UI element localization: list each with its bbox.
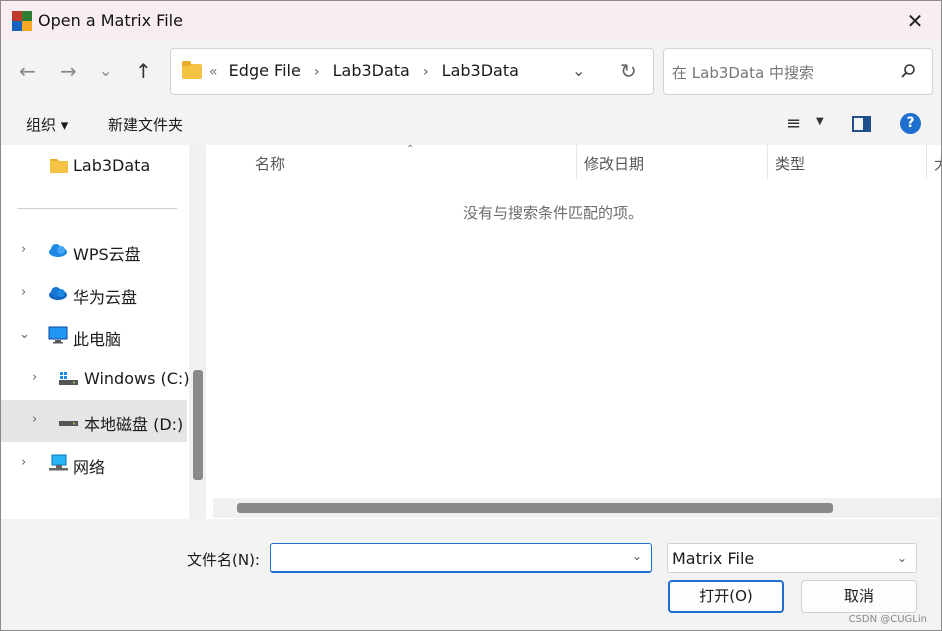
chevron-right-icon[interactable]: ›	[21, 242, 26, 257]
chevron-right-icon[interactable]: ›	[21, 455, 26, 470]
breadcrumb-overflow[interactable]: «	[209, 64, 218, 80]
windows-drive-icon	[59, 372, 78, 385]
computer-icon	[48, 326, 68, 344]
breadcrumb-lab3data-current[interactable]: Lab3Data	[442, 61, 519, 80]
watermark: CSDN @CUGLin	[848, 614, 927, 625]
sidebar-item-windows-c[interactable]: › Windows (C:)	[1, 358, 190, 400]
scrollbar-thumb[interactable]	[237, 503, 833, 513]
chevron-right-icon[interactable]: ›	[423, 64, 429, 80]
column-divider[interactable]	[926, 145, 927, 179]
search-box[interactable]: 在 Lab3Data 中搜索	[663, 48, 933, 95]
file-list: ⌃ 名称 修改日期 类型 大 没有与搜索条件匹配的项。	[213, 144, 941, 519]
chevron-down-icon[interactable]: ⌄	[632, 549, 642, 563]
scrollbar-thumb[interactable]	[193, 370, 203, 480]
open-button[interactable]: 打开(O)	[668, 580, 784, 613]
huawei-cloud-icon	[49, 287, 67, 300]
refresh-icon[interactable]: ↻	[620, 59, 637, 83]
navigation-bar: ← → ⌄ ↑ « Edge File › Lab3Data › Lab3Dat…	[1, 41, 941, 103]
file-type-value: Matrix File	[672, 549, 755, 568]
back-icon[interactable]: ←	[19, 60, 36, 82]
sidebar-item-label: 此电脑	[73, 330, 122, 349]
chevron-down-icon[interactable]: ⌄	[897, 551, 907, 565]
sidebar-item-label: 华为云盘	[73, 288, 138, 307]
column-divider[interactable]	[767, 145, 768, 179]
chevron-down-icon[interactable]: ⌄	[19, 327, 30, 342]
sidebar-item-local-disk-d[interactable]: › 本地磁盘 (D:)	[1, 400, 187, 442]
file-list-scrollbar[interactable]	[213, 498, 941, 518]
breadcrumb-lab3data[interactable]: Lab3Data	[333, 61, 410, 80]
cancel-button[interactable]: 取消	[801, 580, 917, 613]
window-title: Open a Matrix File	[38, 11, 183, 30]
chevron-down-icon[interactable]: ⌄	[572, 61, 585, 80]
help-icon[interactable]: ?	[900, 113, 921, 134]
open-file-dialog: Open a Matrix File ✕ ← → ⌄ ↑ « Edge File…	[0, 0, 942, 631]
breadcrumb-edge-file[interactable]: Edge File	[229, 61, 301, 80]
column-header-name[interactable]: 名称	[255, 153, 285, 174]
empty-folder-message: 没有与搜索条件匹配的项。	[462, 204, 643, 222]
organize-menu[interactable]: 组织 ▾	[26, 114, 68, 135]
sidebar-item-label: 本地磁盘 (D:)	[84, 415, 184, 434]
sidebar-item-label: Windows (C:)	[84, 369, 190, 388]
filename-input[interactable]	[270, 543, 652, 573]
address-bar[interactable]: « Edge File › Lab3Data › Lab3Data ⌄ ↻	[170, 48, 654, 95]
dialog-footer: 文件名(N): ⌄ Matrix File ⌄ 打开(O) 取消 CSDN @C…	[1, 519, 941, 630]
sidebar-item-label: 网络	[73, 458, 106, 477]
chevron-right-icon[interactable]: ›	[314, 64, 320, 80]
sidebar-item-label: WPS云盘	[73, 245, 141, 264]
column-divider[interactable]	[576, 145, 577, 179]
column-header-size[interactable]: 大	[934, 153, 941, 174]
search-icon[interactable]	[900, 63, 916, 79]
filename-label: 文件名(N):	[187, 551, 260, 569]
navigation-pane: Lab3Data › WPS云盘 › 华为云盘 ⌄ 此电脑 › Windows …	[1, 145, 206, 519]
command-bar: 组织 ▾ 新建文件夹 ≡ ▼ ?	[1, 103, 941, 145]
preview-pane-icon[interactable]	[852, 116, 871, 132]
matlab-app-icon	[12, 11, 32, 31]
view-list-icon[interactable]: ≡	[786, 113, 801, 134]
sidebar-item-wps-cloud[interactable]: › WPS云盘	[1, 230, 187, 272]
network-icon	[49, 454, 68, 471]
breadcrumb: « Edge File › Lab3Data › Lab3Data	[209, 61, 519, 80]
forward-icon[interactable]: →	[60, 60, 77, 82]
file-type-select[interactable]: Matrix File ⌄	[667, 543, 917, 573]
chevron-right-icon[interactable]: ›	[32, 370, 37, 385]
sidebar-item-huawei-cloud[interactable]: › 华为云盘	[1, 273, 187, 315]
recent-locations-icon[interactable]: ⌄	[99, 60, 112, 82]
sidebar-item-lab3data[interactable]: Lab3Data	[1, 145, 187, 187]
column-header-date-modified[interactable]: 修改日期	[584, 153, 644, 174]
folder-icon	[182, 61, 202, 79]
column-header-type[interactable]: 类型	[775, 153, 805, 174]
title-bar: Open a Matrix File ✕	[1, 1, 941, 41]
sidebar-item-label: Lab3Data	[73, 156, 151, 175]
search-placeholder[interactable]: 在 Lab3Data 中搜索	[672, 62, 814, 83]
sidebar-item-network[interactable]: › 网络	[1, 443, 187, 485]
view-dropdown-icon[interactable]: ▼	[816, 116, 824, 127]
wps-cloud-icon	[49, 244, 67, 257]
chevron-right-icon[interactable]: ›	[21, 285, 26, 300]
sidebar-item-this-pc[interactable]: ⌄ 此电脑	[1, 315, 187, 357]
sort-ascending-icon: ⌃	[406, 144, 415, 155]
up-icon[interactable]: ↑	[135, 60, 152, 82]
divider	[17, 208, 177, 209]
close-icon[interactable]: ✕	[901, 7, 929, 35]
navigation-scrollbar[interactable]	[189, 145, 206, 519]
folder-icon	[50, 159, 68, 173]
new-folder-button[interactable]: 新建文件夹	[108, 114, 183, 135]
drive-icon	[59, 421, 78, 426]
chevron-right-icon[interactable]: ›	[32, 412, 37, 427]
